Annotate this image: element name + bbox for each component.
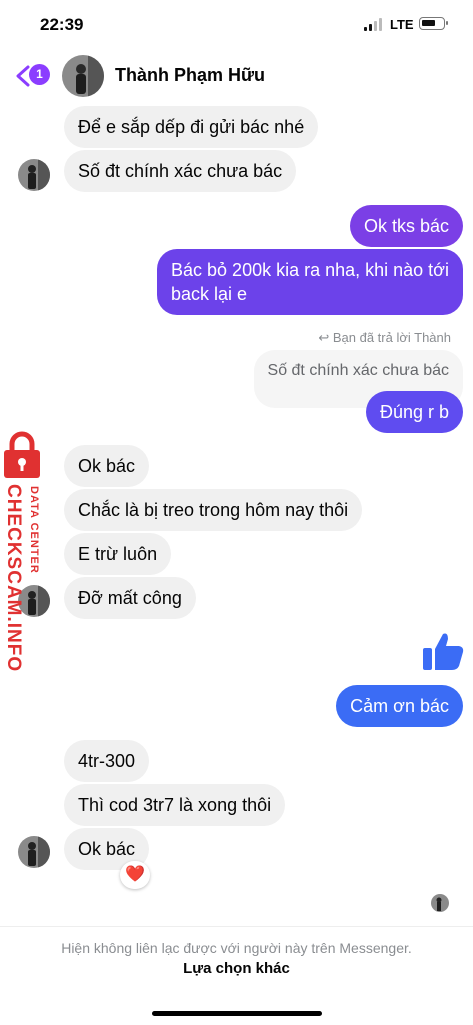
contact-avatar[interactable] xyxy=(62,55,104,97)
seen-avatar xyxy=(431,894,449,912)
message-incoming[interactable]: Số đt chính xác chưa bác xyxy=(64,150,297,192)
message-line: back lại e xyxy=(171,284,248,304)
reply-note-text: Bạn đã trả lời Thành xyxy=(332,330,451,345)
reply-indicator: ↩ Bạn đã trả lời Thành xyxy=(318,330,451,346)
status-time: 22:39 xyxy=(40,15,84,34)
contact-avatar-small xyxy=(18,836,50,868)
home-indicator xyxy=(152,1011,322,1016)
other-options-button[interactable]: Lựa chọn khác xyxy=(0,960,473,977)
message-incoming[interactable]: Đỡ mất công xyxy=(64,577,196,619)
watermark-line1: DATA CENTER xyxy=(28,486,40,574)
contact-name[interactable]: Thành Phạm Hữu xyxy=(115,65,265,86)
message-incoming[interactable]: 4tr-300 xyxy=(64,740,150,782)
heart-reaction-icon[interactable]: ❤️ xyxy=(120,861,150,889)
message-incoming[interactable]: Ok bác xyxy=(64,445,150,487)
chat-header: 1 Thành Phạm Hữu xyxy=(0,50,473,102)
message-incoming[interactable]: Thì cod 3tr7 là xong thôi xyxy=(64,784,286,826)
message-incoming[interactable]: Chắc là bị treo trong hôm nay thôi xyxy=(64,489,363,531)
watermark: DATA CENTER CHECKSCAM.INFO xyxy=(0,430,54,672)
message-outgoing[interactable]: Ok tks bác xyxy=(349,205,463,247)
message-outgoing-multiline[interactable]: Bác bỏ 200k kia ra nha, khi nào tới back… xyxy=(157,249,463,315)
status-bar: 22:39 LTE xyxy=(0,0,473,50)
message-outgoing[interactable]: Đúng r b xyxy=(365,391,463,433)
message-line: Bác bỏ 200k kia ra nha, khi nào tới xyxy=(171,260,449,280)
battery-icon xyxy=(419,17,448,30)
thumbs-up-icon[interactable] xyxy=(421,630,465,672)
reply-arrow-icon: ↩ xyxy=(318,330,333,345)
watermark-line1-wrap: DATA CENTER xyxy=(26,486,40,606)
composer-footer: Hiện không liên lạc được với người này t… xyxy=(0,926,473,1025)
unread-badge[interactable]: 1 xyxy=(29,64,50,85)
message-incoming[interactable]: Để e sắp dếp đi gửi bác nhé xyxy=(64,106,319,148)
message-incoming[interactable]: E trừ luôn xyxy=(64,533,172,575)
network-label: LTE xyxy=(390,17,414,32)
watermark-line2: CHECKSCAM.INFO xyxy=(3,484,24,673)
signal-icon xyxy=(364,18,382,31)
watermark-line2-wrap: CHECKSCAM.INFO xyxy=(2,484,24,672)
unavailable-notice: Hiện không liên lạc được với người này t… xyxy=(61,940,412,956)
contact-avatar-small xyxy=(18,159,50,191)
message-outgoing[interactable]: Cảm ơn bác xyxy=(336,685,463,727)
